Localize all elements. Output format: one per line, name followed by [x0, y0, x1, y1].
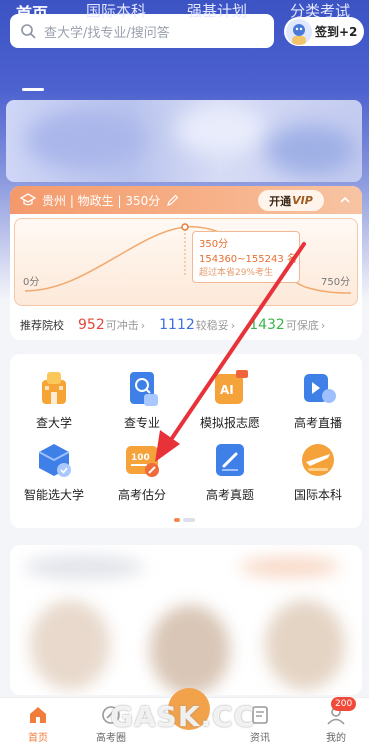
signin-button[interactable]: 签到+2 — [284, 17, 364, 46]
grid-item-smart-select[interactable]: 智能选大学 — [10, 440, 98, 503]
smart-select-icon — [38, 444, 71, 477]
grid-label: 查专业 — [123, 416, 160, 430]
grid-item-simulate-application[interactable]: AI 模拟报志愿 — [186, 368, 274, 431]
score-distribution-chart: 0分 750分 — [14, 218, 358, 306]
vip-label: VIP — [292, 194, 313, 207]
match-count: 1112 — [159, 317, 195, 333]
home-icon — [30, 707, 46, 723]
grid-label: 高考真题 — [205, 488, 254, 502]
edit-icon[interactable] — [166, 193, 180, 207]
grid-label: 查大学 — [35, 416, 72, 430]
tooltip-rank: 154360~155243 名 — [199, 254, 297, 265]
safe-count: 1432 — [249, 317, 285, 333]
svg-text:AI: AI — [220, 383, 234, 397]
banner[interactable] — [6, 100, 362, 182]
international-icon — [302, 444, 334, 476]
axis-min: 0分 — [23, 277, 40, 288]
tab-international[interactable]: 国际本科 — [86, 0, 146, 21]
grid-label: 高考估分 — [117, 488, 166, 502]
reach-count: 952 — [78, 317, 105, 333]
recommend-label: 推荐院校 — [20, 319, 64, 332]
notification-badge: 200 — [331, 697, 357, 711]
recommend-schools-row[interactable]: 推荐院校 952 可冲击 › 1112 较稳妥 › 1432 可保底 › — [20, 316, 354, 334]
grid-label: 高考直播 — [293, 416, 342, 430]
grid-item-score-estimate[interactable]: 100 高考估分 — [98, 440, 186, 503]
grid-item-live[interactable]: 高考直播 — [274, 368, 362, 431]
live-icon — [304, 374, 336, 403]
page-dot — [183, 518, 195, 522]
search-placeholder: 查大学/找专业/搜问答 — [44, 25, 170, 41]
svg-text:100: 100 — [131, 453, 150, 463]
nav-label: 首页 — [28, 733, 48, 744]
feature-grid: 查大学 查专业 AI 模拟报志愿 高考直播 智能选大学 100 高考估分 高考真… — [10, 354, 362, 528]
match-label: 较稳妥 — [195, 319, 229, 332]
avatar — [286, 18, 312, 45]
chevron-right-icon: › — [140, 318, 146, 332]
signin-label: 签到+2 — [315, 25, 358, 39]
vip-prefix: 开通 — [269, 194, 292, 208]
search-icon — [21, 24, 36, 39]
score-info: 贵州 | 物政生 | 350分 — [42, 193, 161, 208]
tooltip-beat: 超过本省29%考生 — [199, 268, 274, 278]
chevron-up-icon[interactable] — [338, 193, 352, 207]
page-dot-active — [174, 518, 180, 522]
score-marker — [181, 223, 189, 231]
tab-category-exam[interactable]: 分类考试 — [290, 0, 350, 21]
grid-label: 智能选大学 — [23, 488, 84, 502]
score-card-header: 贵州 | 物政生 | 350分 开通 VIP — [10, 186, 362, 214]
grid-item-major[interactable]: 查专业 — [98, 368, 186, 431]
tab-strong-base[interactable]: 强基计划 — [187, 0, 247, 21]
nav-label: 我的 — [326, 733, 346, 744]
axis-max: 750分 — [321, 277, 351, 288]
safe-label: 可保底 — [285, 319, 319, 332]
exam-papers-icon — [216, 444, 244, 476]
grid-item-exam-papers[interactable]: 高考真题 — [186, 440, 274, 503]
tab-active-indicator — [22, 88, 44, 91]
content-feed[interactable] — [10, 545, 362, 695]
page-indicator — [174, 518, 198, 522]
grid-label: 国际本科 — [293, 488, 342, 502]
open-vip-button[interactable]: 开通 VIP — [258, 190, 324, 211]
chevron-right-icon: › — [320, 318, 326, 332]
score-card[interactable]: 贵州 | 物政生 | 350分 开通 VIP 0分 750分 350分 15436… — [10, 186, 362, 340]
grid-item-university[interactable]: 查大学 — [10, 368, 98, 431]
reach-label: 可冲击 — [105, 319, 139, 332]
nav-home[interactable]: 首页 — [8, 704, 68, 744]
graduation-cap-icon — [20, 193, 36, 206]
watermark: GASK.CC — [110, 700, 256, 733]
tab-home[interactable]: 首页 — [16, 0, 48, 24]
university-icon — [42, 372, 66, 404]
tooltip-score: 350分 — [199, 239, 229, 250]
chevron-right-icon: › — [230, 318, 236, 332]
score-estimate-icon: 100 — [126, 446, 159, 477]
score-tooltip: 350分 154360~155243 名 超过本省29%考生 — [192, 231, 300, 283]
major-search-icon — [130, 372, 158, 406]
grid-label: 模拟报志愿 — [199, 416, 260, 430]
distribution-curve — [24, 223, 352, 294]
ai-application-icon: AI — [215, 370, 248, 404]
grid-item-international[interactable]: 国际本科 — [274, 440, 362, 503]
